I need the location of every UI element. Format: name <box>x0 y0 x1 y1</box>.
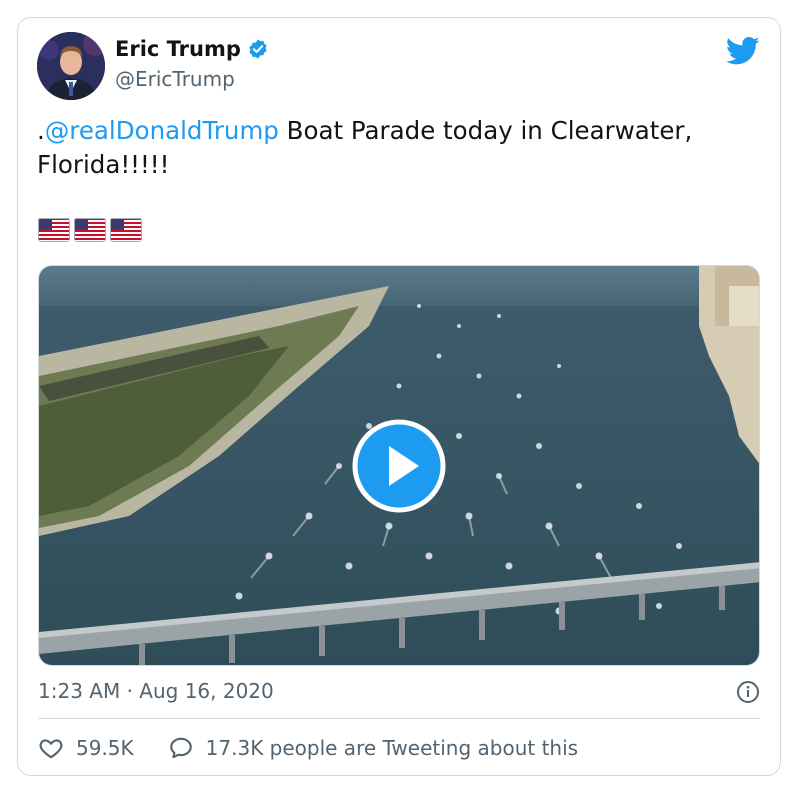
author-name-row[interactable]: Eric Trump <box>115 36 269 62</box>
speech-bubble-icon[interactable] <box>168 735 194 761</box>
verified-badge-icon <box>249 39 267 59</box>
avatar[interactable] <box>37 32 105 100</box>
author-handle[interactable]: @EricTrump <box>115 66 235 92</box>
avatar-image <box>37 32 105 100</box>
engagement-stats: 59.5K 17.3K people are Tweeting about th… <box>38 734 578 762</box>
info-icon[interactable] <box>736 680 760 704</box>
tweeting-stat[interactable]: 17.3K people are Tweeting about this <box>168 734 578 762</box>
tweeting-count: 17.3K people are Tweeting about this <box>205 736 579 760</box>
us-flag-icon <box>38 218 70 242</box>
like-stat[interactable]: 59.5K <box>38 734 134 762</box>
tweet-timestamp[interactable]: 1:23 AM · Aug 16, 2020 <box>38 678 274 704</box>
mention-link[interactable]: @realDonaldTrump <box>45 116 279 145</box>
author-name[interactable]: Eric Trump <box>115 36 241 62</box>
twitter-bird-icon[interactable] <box>726 36 760 66</box>
flag-emoji-row <box>38 218 142 242</box>
tweet-text: .@realDonaldTrump Boat Parade today in C… <box>37 114 757 182</box>
like-count: 59.5K <box>76 736 134 760</box>
divider <box>38 718 760 719</box>
us-flag-icon <box>110 218 142 242</box>
us-flag-icon <box>74 218 106 242</box>
play-icon[interactable] <box>351 418 447 514</box>
tweet-prefix: . <box>37 116 45 145</box>
heart-icon[interactable] <box>38 735 64 761</box>
